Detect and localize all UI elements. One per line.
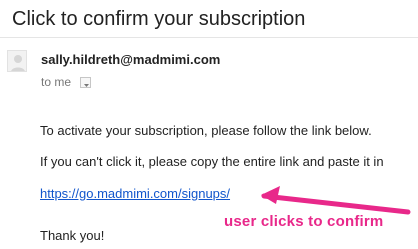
recipient-label: to me xyxy=(41,75,72,89)
email-view: Click to confirm your subscription sally… xyxy=(0,0,418,249)
annotation-arrow-icon xyxy=(261,186,411,215)
sender-email: sally.hildreth@madmimi.com xyxy=(41,52,221,67)
email-subject: Click to confirm your subscription xyxy=(12,8,306,30)
signup-link[interactable]: https://go.madmimi.com/signups/ xyxy=(40,186,230,201)
annotation-label: user clicks to confirm xyxy=(224,213,384,230)
chevron-down-icon[interactable] xyxy=(80,77,91,88)
closing-line: Thank you! xyxy=(40,228,105,243)
avatar-icon xyxy=(7,50,27,72)
body-line-1: To activate your subscription, please fo… xyxy=(40,123,372,138)
subject-divider xyxy=(0,37,418,38)
body-line-2: If you can't click it, please copy the e… xyxy=(40,154,384,169)
